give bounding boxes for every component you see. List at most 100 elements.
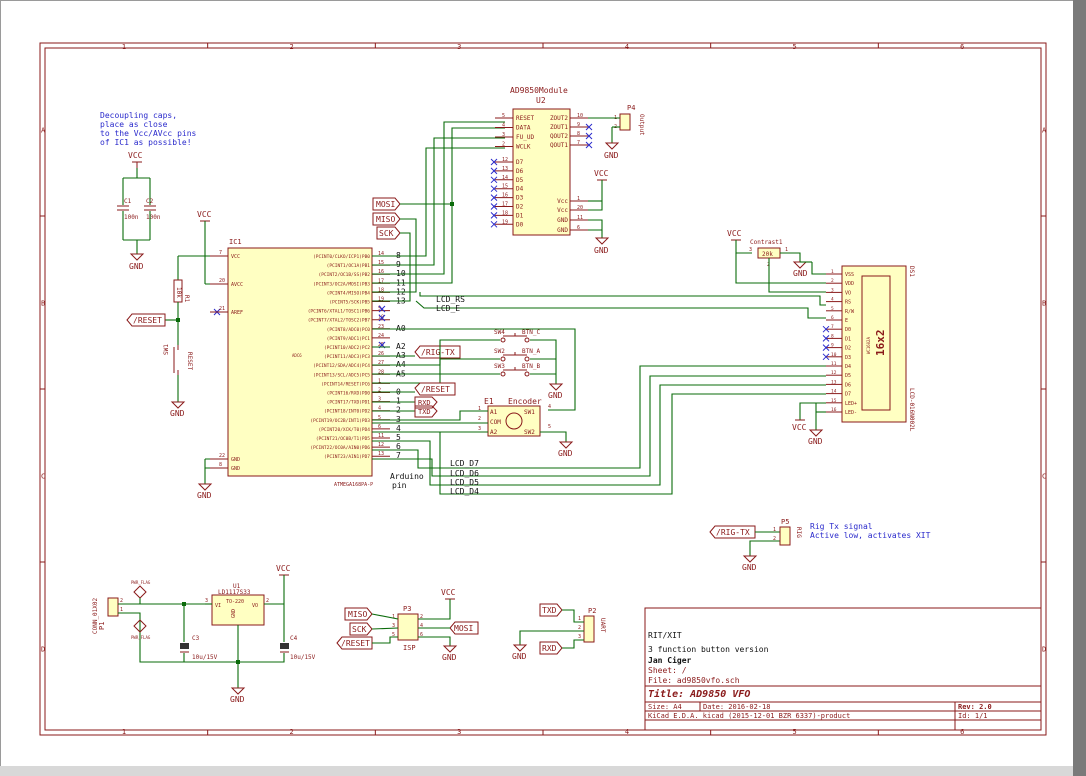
- lcd-pin-num: 7: [831, 324, 834, 330]
- reset-label-isp: /RESET: [341, 639, 370, 648]
- frame-col-bottom: 4: [625, 728, 629, 736]
- gnd-label-encoder: GND: [558, 449, 573, 458]
- rig-tx-label-ic: /RIG-TX: [421, 348, 455, 357]
- encoder-sw1: SW1: [524, 409, 535, 416]
- ic1-right-pin-num: 2: [378, 388, 381, 394]
- frame-col-top: 1: [122, 43, 126, 51]
- ic1-right-pin-name: (PCINT18/INT0)PD2: [324, 409, 370, 415]
- p4-ref: P4: [627, 104, 635, 112]
- lcd-pin-num: 9: [831, 343, 834, 349]
- p3-pin-num: 1: [392, 614, 395, 620]
- u2-left-pin-name: FU_UD: [516, 134, 534, 141]
- ic1-right-pin-name: (PCINT22/OC0A/AIN0)PD6: [310, 445, 370, 451]
- gnd-label-u2: GND: [594, 246, 609, 255]
- lcd-pin-name: LED+: [845, 401, 857, 407]
- lcd-pin-num: 10: [831, 352, 837, 358]
- c3-value: 10u/15V: [192, 654, 218, 661]
- c4-body: [280, 643, 289, 649]
- lcd-pin-name: D6: [845, 382, 851, 388]
- ic1-right-pin-name: (PCINT21/OC0B/T1)PD5: [316, 436, 370, 442]
- u1-gnd: GND: [231, 609, 237, 618]
- u2-right-pin-num: 1: [577, 196, 580, 202]
- ic1-right-pin-name: (PCINT16/RXD)PD0: [327, 391, 371, 397]
- ic1-right-pin-name: (PCINT20/XCK/T0)PD4: [319, 427, 371, 433]
- p3-value: ISP: [403, 644, 416, 652]
- ic1-ref: IC1: [229, 238, 242, 246]
- lcd-pin-num: 1: [831, 269, 834, 275]
- pwr-flag-1: PWR_FLAG: [131, 580, 151, 585]
- u1-value: LD1117S33: [218, 589, 251, 596]
- encoder-pin-5: 5: [548, 424, 551, 430]
- lcd-pin-name: VDD: [845, 281, 854, 287]
- encoder-sw2: SW2: [524, 429, 535, 436]
- lcd-pin-name: D4: [845, 364, 851, 370]
- lcd-pin-num: 6: [831, 315, 834, 321]
- rig-tx-note-1: Rig Tx signal: [810, 522, 873, 531]
- u2-right-pin-num: 6: [577, 225, 580, 231]
- ic1-right-pin-num: 11: [378, 433, 384, 439]
- gnd-label-buttons: GND: [548, 391, 563, 400]
- u2-left-pin-name: D2: [516, 204, 524, 211]
- c1-value: 100n: [124, 214, 139, 221]
- u1-vo: VO: [252, 603, 258, 609]
- ic1-arduino-pin: 3: [396, 415, 401, 424]
- u2-left-pin-num: 5: [502, 113, 505, 119]
- ic1-left-pin-num: 8: [219, 462, 222, 468]
- switch-ref: SW3: [494, 363, 505, 370]
- gnd-label-lcd: GND: [808, 437, 823, 446]
- ic1-arduino-pin: A0: [396, 324, 406, 333]
- sw1-ref: SW1: [163, 344, 170, 355]
- ic1-right-pin-name: (PCINT8/ADC0)PC0: [327, 327, 371, 333]
- u2-right-pin-name: QOUT1: [550, 142, 568, 149]
- u2-left-pin-num: 12: [502, 157, 508, 163]
- switch-value: BTN_C: [522, 329, 540, 336]
- lcd-label: 16x2: [874, 330, 887, 357]
- tb-note-1: RIT/XIT: [648, 631, 682, 640]
- sck-label-isp: SCK: [352, 625, 367, 634]
- txd-label-ic: TXD: [418, 408, 431, 416]
- contrast-pin-1: 1: [785, 247, 788, 253]
- c3-ref: C3: [192, 635, 200, 642]
- u2-right-pin-num: 7: [577, 140, 580, 146]
- u2-left-pin-num: 4: [502, 123, 505, 129]
- gnd-label-p5: GND: [742, 563, 757, 572]
- contrast-ref: Contrast1: [750, 239, 783, 246]
- u2-right-pin-num: 8: [577, 131, 580, 137]
- gnd-label-uart: GND: [512, 652, 527, 661]
- encoder-pin-2: 2: [478, 416, 481, 422]
- ic1-right-pin-name: (PCINT0/CLKO/ICP1)PB0: [313, 254, 370, 260]
- ic1-right-pin-name: (PCINT1/OC1A)PB1: [327, 263, 371, 269]
- ic1-left-pin-name: VCC: [231, 254, 240, 260]
- decoupling-line-1: Decoupling caps,: [100, 111, 177, 120]
- ic1-right-pin-name: (PCINT14/RESET)PC6: [321, 381, 370, 387]
- lcd-pin-num: 13: [831, 379, 837, 385]
- u2-left-pin-num: 19: [502, 219, 508, 225]
- vcc-label-ic1: VCC: [197, 210, 212, 219]
- p2-pin-1: 1: [578, 616, 581, 622]
- net-lcd-d6: LCD_D6: [450, 469, 479, 478]
- u1-pin-3: 3: [205, 598, 208, 604]
- lcd-pin-name: E: [845, 318, 848, 324]
- lcd-pin-name: VO: [845, 290, 851, 296]
- decoupling-line-2: place as close: [100, 120, 168, 129]
- u2-left-pin-num: 13: [502, 166, 508, 172]
- bottom-scrollbar[interactable]: [0, 766, 1073, 776]
- ic1-arduino-pin: 2: [396, 406, 401, 415]
- lcd-ref: DS1: [908, 266, 915, 277]
- u2-right-pin-num: 9: [577, 122, 580, 128]
- u2-left-pin-num: 18: [502, 210, 508, 216]
- frame-col-top: 5: [793, 43, 797, 51]
- net-lcd-d4: LCD_D4: [450, 487, 479, 496]
- u1-package: TO-220: [226, 599, 244, 605]
- frame-col-top: 4: [625, 43, 629, 51]
- u2-left-pin-name: DATA: [516, 125, 531, 132]
- net-lcd-rs: LCD_RS: [436, 295, 465, 304]
- ic1-right-pin-name: (PCINT9/ADC1)PC1: [327, 336, 371, 342]
- side-scrollbar[interactable]: [1073, 0, 1086, 776]
- frame-col-bottom: 5: [793, 728, 797, 736]
- r1-ref: R1: [183, 295, 190, 303]
- vcc-label-contrast: VCC: [727, 229, 742, 238]
- u2-right-pin-num: 11: [577, 215, 583, 221]
- ic1-right-pin-name: (PCINT3/OC2A/MOSI)PB3: [313, 281, 370, 287]
- frame-row-right: D: [1042, 646, 1046, 654]
